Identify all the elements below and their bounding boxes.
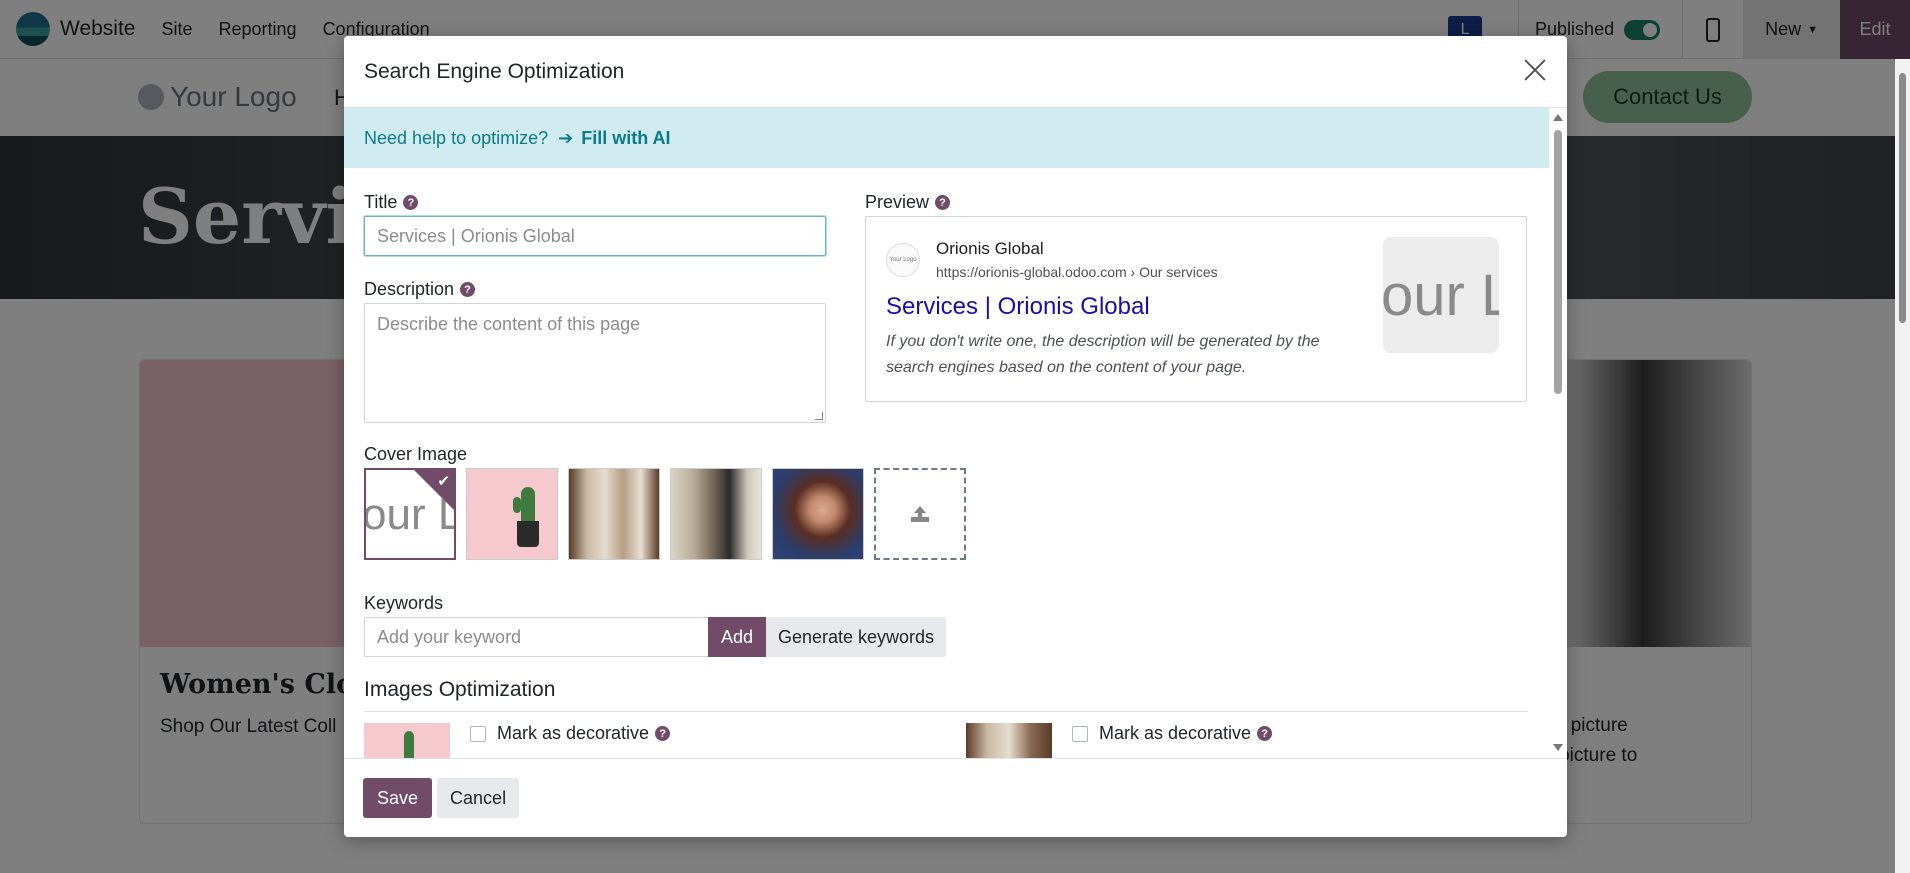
decorative-label-text: Mark as decorative <box>497 723 650 743</box>
keyword-input[interactable]: Add your keyword <box>364 617 709 657</box>
preview-thumbnail-text: our L <box>1383 262 1499 328</box>
keywords-label: Keywords <box>364 593 444 613</box>
preview-title: Services | Orionis Global <box>886 293 1150 320</box>
divider <box>364 711 1528 712</box>
page-scrollbar[interactable] <box>1895 59 1910 873</box>
modal-footer: Save Cancel <box>344 758 1567 837</box>
preview-site-name: Orionis Global <box>936 239 1044 258</box>
close-icon[interactable] <box>1521 56 1549 84</box>
scroll-down-icon[interactable] <box>1553 744 1563 751</box>
cover-image-picker: our L ✔ <box>364 468 966 560</box>
cactus-image <box>404 731 414 758</box>
cancel-button[interactable]: Cancel <box>437 778 520 818</box>
cover-image-label: Cover Image <box>364 444 468 464</box>
cover-option-clothes[interactable] <box>568 468 660 560</box>
description-placeholder: Describe the content of this page <box>377 314 641 334</box>
modal-body: Need help to optimize? ➔ Fill with AI Ti… <box>344 108 1567 758</box>
search-preview: Your Logo Orionis Global https://orionis… <box>865 216 1527 402</box>
modal-title: Search Engine Optimization <box>364 59 625 83</box>
site-favicon: Your Logo <box>886 243 920 277</box>
seo-dialog: Search Engine Optimization Need help to … <box>344 36 1567 837</box>
title-input[interactable]: Services | Orionis Global <box>364 216 826 256</box>
add-keyword-button[interactable]: Add <box>708 617 766 657</box>
upload-icon <box>911 506 929 522</box>
generate-keywords-button[interactable]: Generate keywords <box>766 617 946 657</box>
cover-option-portrait[interactable] <box>772 468 864 560</box>
cactus-image <box>513 497 521 513</box>
resize-handle-icon[interactable] <box>815 412 823 420</box>
cover-option-logo[interactable]: our L ✔ <box>364 468 456 560</box>
decorative-checkbox[interactable] <box>1072 726 1088 742</box>
help-icon[interactable]: ? <box>935 195 951 210</box>
check-icon: ✔ <box>437 473 450 490</box>
title-label: Title ? <box>364 192 419 213</box>
image-thumbnail <box>966 723 1052 758</box>
title-label-text: Title <box>364 192 398 212</box>
scrollbar-thumb[interactable] <box>1899 73 1906 323</box>
decorative-label: Mark as decorative ? <box>497 723 671 744</box>
save-button[interactable]: Save <box>363 778 433 818</box>
ai-help-banner: Need help to optimize? ➔ Fill with AI <box>344 108 1549 168</box>
decorative-label-text: Mark as decorative <box>1099 723 1252 743</box>
scroll-up-icon[interactable] <box>1553 114 1563 121</box>
fill-with-ai-button[interactable]: ➔ Fill with AI <box>558 128 670 149</box>
help-icon[interactable]: ? <box>1257 726 1273 741</box>
description-label: Description ? <box>364 279 476 300</box>
cover-option-cactus[interactable] <box>466 468 558 560</box>
pot-image <box>517 521 539 547</box>
scrollbar-thumb[interactable] <box>1554 130 1562 394</box>
cover-option-clothes-rack[interactable] <box>670 468 762 560</box>
preview-description: If you don't write one, the description … <box>886 333 1320 376</box>
fill-ai-label: Fill with AI <box>581 127 671 148</box>
description-label-text: Description <box>364 279 455 299</box>
modal-scrollbar[interactable] <box>1549 108 1567 758</box>
images-optimization-heading: Images Optimization <box>364 678 556 701</box>
description-textarea[interactable]: Describe the content of this page <box>364 303 826 423</box>
arrow-right-icon: ➔ <box>558 127 574 148</box>
help-text: Need help to optimize? <box>364 127 549 148</box>
preview-thumbnail: our L <box>1383 237 1499 353</box>
help-icon[interactable]: ? <box>460 282 476 297</box>
image-thumbnail <box>364 723 450 758</box>
cactus-image <box>521 487 535 523</box>
preview-label-text: Preview <box>865 192 930 212</box>
help-icon[interactable]: ? <box>403 195 419 210</box>
preview-label: Preview ? <box>865 192 951 213</box>
modal-header: Search Engine Optimization <box>344 36 1567 108</box>
decorative-label: Mark as decorative ? <box>1099 723 1273 744</box>
upload-cover-button[interactable] <box>874 468 966 560</box>
decorative-checkbox[interactable] <box>470 726 486 742</box>
preview-url: https://orionis-global.odoo.com › Our se… <box>936 264 1218 280</box>
help-icon[interactable]: ? <box>655 726 671 741</box>
